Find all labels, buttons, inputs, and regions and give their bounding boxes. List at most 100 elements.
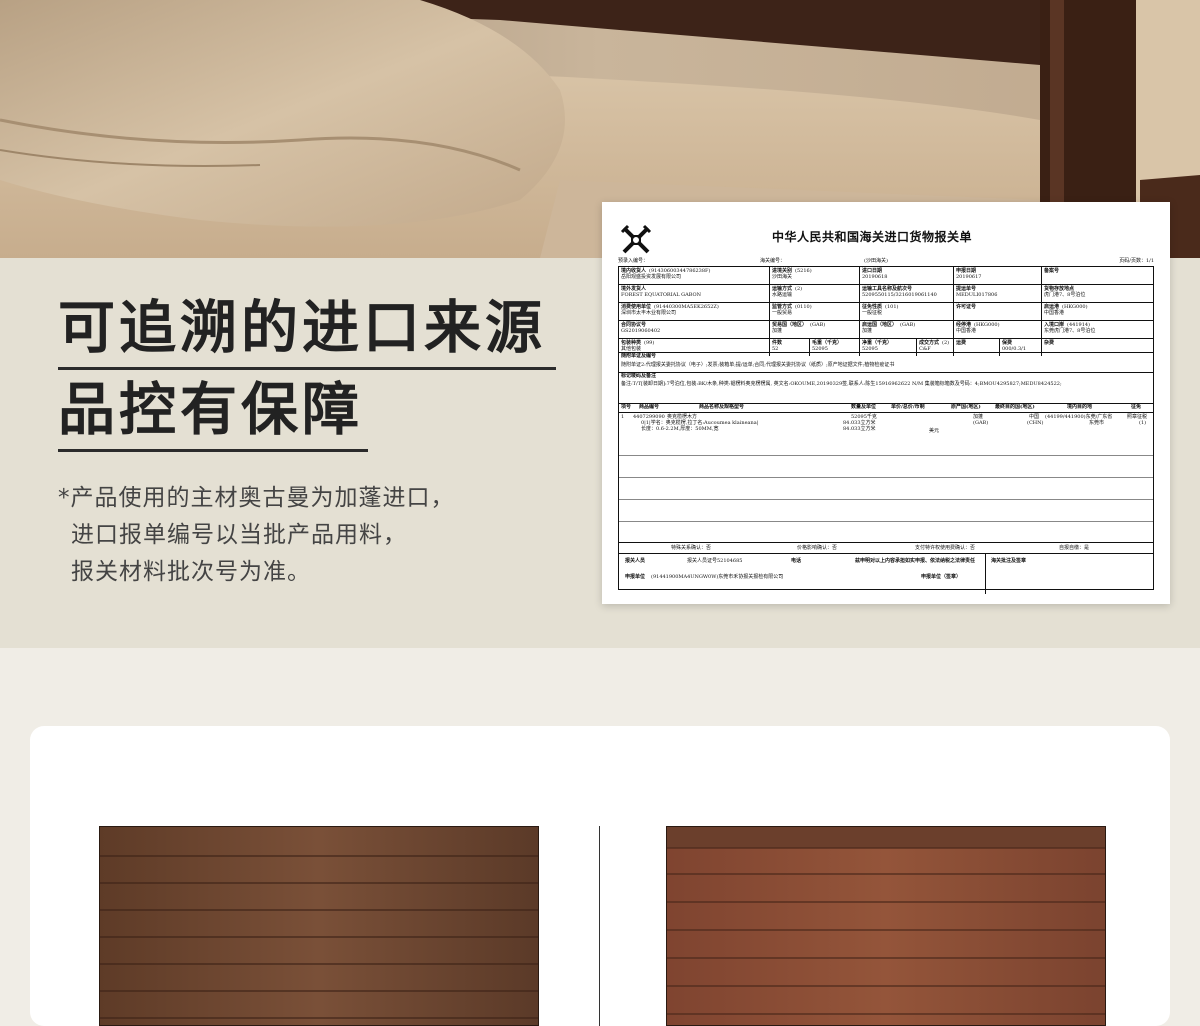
declaring-unit-value: (91441900MA4UNGW0W)东莞市禾协报关报检有限公司: [651, 574, 784, 580]
header-cell: 启运港 (HKG000) 中国香港: [1041, 303, 1155, 320]
page-count-label: 页码/页数：1/1: [1119, 258, 1154, 264]
header-cell: 入境口岸 (441914) 东莞虎门港7、8号泊位: [1041, 321, 1155, 338]
declaring-unit-label: 申报单位: [625, 574, 646, 580]
header-cell: 进口日期 20190618: [859, 267, 953, 284]
cell-value: GS2019060402: [621, 328, 661, 334]
goods-qty-3: 84.033立方米: [843, 426, 876, 432]
goods-no: 1: [621, 414, 625, 420]
header-cell: 经停港 (HKG000) 中国香港: [953, 321, 1041, 338]
cell-code: (99): [644, 340, 655, 346]
goods-header-price: 单价/总价/币制: [891, 404, 925, 410]
goods-header-no: 项号: [621, 404, 632, 410]
pre-entry-label: 预录入编号：: [618, 258, 649, 264]
header-cell: 备案号: [1041, 267, 1155, 284]
header-cell: 进境关别 (5216) 沙田海关: [769, 267, 859, 284]
docs-row: 随附单证及编号: [619, 352, 1153, 362]
special-relation-confirm: 特殊关系确认：否: [671, 545, 712, 551]
header-cell: 运输工具名称及航次号 5209550115/3216019061140: [859, 285, 953, 302]
docs-text: 随附单证2:代理报关委托协议（电子）;发票;装箱单;提/运单;合同;代理报关委托…: [621, 362, 895, 368]
declaration-statement: 兹申明对以上内容承担如实申报、依法纳税之法律责任: [855, 558, 976, 564]
note-line-1: *产品使用的主材奥古曼为加蓬进口，: [58, 485, 455, 511]
header-row-2: 境外发货人 FOREST EQUATORIAL GABON 运输方式 (2) 水路运输运…: [619, 284, 1153, 302]
cell-code: (5216): [795, 268, 812, 274]
cell-code: (GAB): [810, 322, 826, 328]
goods-header-dest: 最终目的国(地区): [995, 404, 1035, 410]
royalty-confirm: 支付特许权使用费确认：否: [915, 545, 976, 551]
cell-value: 中国香港: [956, 328, 977, 334]
marks-label: 标记唛码及备注: [621, 373, 657, 379]
header-cell: 境外发货人 FOREST EQUATORIAL GABON: [619, 285, 769, 302]
marks-row: 标记唛码及备注 备注:T/T[装卸日期]:7号泊位,包装:BK/木条,种类:锯楞…: [619, 372, 1153, 403]
cell-value: 一般贸易: [772, 310, 793, 316]
headline-line-1: 可追溯的进口来源: [58, 295, 546, 361]
header-cell: 征免性质 (101) 一般征税: [859, 303, 953, 320]
declarant-section: 报关人员 报关人员证号52104685 电话 兹申明对以上内容承担如实申报、依法…: [619, 553, 1153, 594]
header-cell: 消费使用单位 (91440300MA5EK2652Z) 深圳市太丰木业有限公司: [619, 303, 769, 320]
origin-note: *产品使用的主材奥古曼为加蓬进口， 进口报单编号以当批产品用料， 报关材料批次号…: [58, 480, 455, 591]
goods-header-origin: 原产国(地区): [951, 404, 981, 410]
goods-dest-2: (CHN): [1027, 420, 1044, 426]
cell-value: 岳阳观盛投资发展有限公司: [621, 274, 682, 280]
customs-emblem-icon: [620, 224, 652, 254]
header-cell: 贸易国（地区） (GAB) 加蓬: [769, 321, 859, 338]
cell-value: 一般征税: [862, 310, 883, 316]
customs-no-label: 海关编号：: [760, 258, 786, 264]
customs-port-label: (沙田海关): [864, 258, 888, 264]
customs-remark-label: 海关批注及签章: [991, 558, 1027, 564]
header-cell: 申报日期 20190617: [953, 267, 1041, 284]
header-rows: 境内收货人 (91430600344786238F) 岳阳观盛投资发展有限公司 进境关…: [619, 267, 1155, 356]
declarant-label: 报关人员: [625, 558, 646, 564]
goods-row: 1 4407299090 奥克榄楞木方 0|1|学名：奥克榄楞,拉丁名:Auco…: [619, 413, 1153, 434]
goods-levy-2: (1): [1139, 420, 1147, 426]
docs-text-row: 随附单证2:代理报关委托协议（电子）;发票;装箱单;提/运单;合同;代理报关委托…: [619, 362, 1153, 372]
header-cell: 合同协议号 GS2019060402: [619, 321, 769, 338]
goods-header: 项号 商品编号 商品名称及规格型号 数量及单位 单价/总价/币制 原产国(地区)…: [619, 404, 1153, 413]
header-cell: 境内收货人 (91430600344786238F) 岳阳观盛投资发展有限公司: [619, 267, 769, 284]
goods-origin-2: (GAB): [973, 420, 989, 426]
declarant-id: 报关人员证号52104685: [687, 558, 743, 564]
declaring-unit-seal: 申报单位（签章）: [921, 574, 962, 580]
price-influence-confirm: 价格影响确认：否: [797, 545, 838, 551]
divider-line: [599, 826, 600, 1026]
cell-value: 深圳市太丰木业有限公司: [621, 310, 677, 316]
cell-code: (HKG000): [1062, 304, 1088, 310]
cell-code: (2): [795, 286, 803, 292]
cell-value: 加蓬: [862, 328, 873, 334]
goods-header-name: 商品名称及规格型号: [699, 404, 745, 410]
cell-code: (2): [942, 340, 950, 346]
cell-code: (0110): [795, 304, 812, 310]
phone-label: 电话: [791, 558, 802, 564]
cell-label: 杂费: [1044, 340, 1055, 346]
headline-line-2: 品控有保障: [58, 377, 363, 443]
customs-declaration-form: 中华人民共和国海关进口货物报关单 预录入编号： 海关编号： (沙田海关) 页码/…: [602, 202, 1170, 604]
cell-value: 加蓬: [772, 328, 783, 334]
header-row-4: 合同协议号 GS2019060402 贸易国（地区） (GAB) 加蓬 启运国（地区） (G…: [619, 320, 1153, 338]
header-row-1: 境内收货人 (91430600344786238F) 岳阳观盛投资发展有限公司 进境关…: [619, 267, 1153, 284]
wood-sample-right: [666, 826, 1106, 1026]
note-line-2: 进口报单编号以当批产品用料，: [71, 522, 407, 548]
cell-value: 东莞虎门港7、8号泊位: [1044, 328, 1096, 334]
cell-value: 水路运输: [772, 292, 793, 298]
cell-label: 许可证号: [956, 304, 977, 310]
cell-code: (GAB): [900, 322, 916, 328]
header-cell: 运输方式 (2) 水路运输: [769, 285, 859, 302]
cell-code: (HKG000): [974, 322, 1000, 328]
cell-value: 20190617: [956, 274, 982, 280]
header-cell: 提运单号 MEDULI017806: [953, 285, 1041, 302]
headline-underline-2: [58, 449, 368, 452]
header-cell: 监管方式 (0110) 一般贸易: [769, 303, 859, 320]
goods-name-3: 长度：0.6-2.2M,厚度：50MM,宽: [641, 426, 719, 432]
wood-compare-card: [30, 726, 1170, 1026]
cell-code: (101): [885, 304, 899, 310]
goods-domestic-2: 东莞市: [1089, 420, 1105, 426]
docs-label: 随附单证及编号: [621, 353, 657, 359]
wood-sample-left: [99, 826, 539, 1026]
cell-value: 虎门港7、8号泊位: [1044, 292, 1086, 298]
goods-table: 项号 商品编号 商品名称及规格型号 数量及单位 单价/总价/币制 原产国(地区)…: [619, 403, 1153, 542]
cell-value: MEDULI017806: [956, 292, 998, 298]
cell-value: 沙田海关: [772, 274, 793, 280]
form-title: 中华人民共和国海关进口货物报关单: [772, 230, 973, 244]
marks-text: 备注:T/T[装卸日期]:7号泊位,包装:BK/木条,种类:锯楞料奥克楞楞属, …: [621, 381, 1062, 387]
header-cell: 启运国（地区） (GAB) 加蓬: [859, 321, 953, 338]
cell-value: 中国香港: [1044, 310, 1065, 316]
